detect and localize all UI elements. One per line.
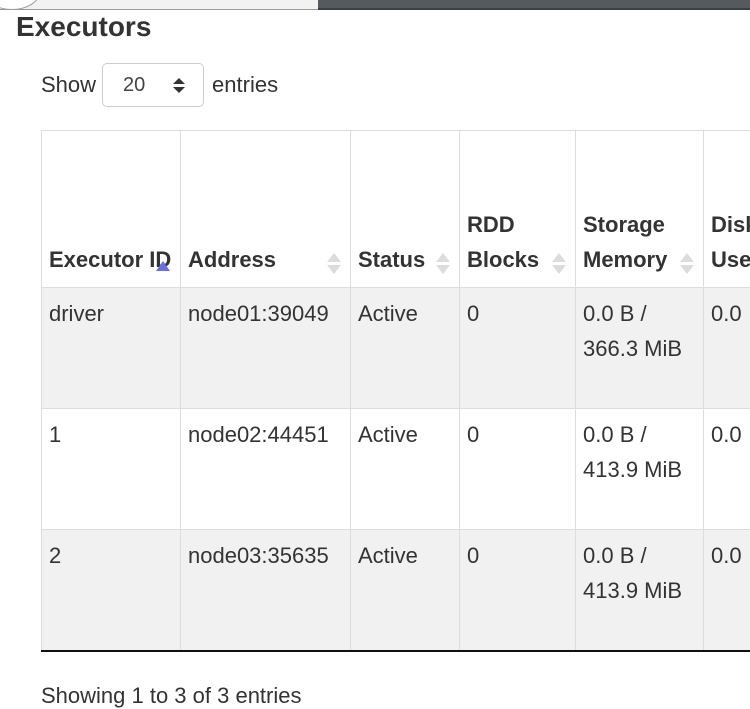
cell-storage-memory: 0.0 B / 366.3 MiB xyxy=(576,288,704,409)
entries-per-page-select[interactable]: 20 xyxy=(102,63,204,107)
cell-executor-id: 2 xyxy=(42,530,181,651)
executors-table-container: Executor ID Address Status RDD Blocks St… xyxy=(41,130,750,652)
sort-both-icon xyxy=(552,251,566,277)
cell-rdd-blocks: 0 xyxy=(460,530,576,651)
top-bar xyxy=(0,0,750,10)
column-header-status[interactable]: Status xyxy=(351,131,460,288)
column-header-address[interactable]: Address xyxy=(181,131,351,288)
cell-disk-used: 0.0 xyxy=(704,409,750,530)
page-title: Executors xyxy=(16,10,151,44)
show-label: Show xyxy=(41,72,96,98)
cell-status: Active xyxy=(351,288,460,409)
cell-rdd-blocks: 0 xyxy=(460,409,576,530)
length-menu: Show 20 entries xyxy=(41,61,278,109)
table-row: 1 node02:44451 Active 0 0.0 B / 413.9 Mi… xyxy=(42,409,750,530)
column-header-storage-memory[interactable]: Storage Memory xyxy=(576,131,704,288)
table-row: driver node01:39049 Active 0 0.0 B / 366… xyxy=(42,288,750,409)
sort-ascending-icon xyxy=(156,261,170,271)
table-row: 2 node03:35635 Active 0 0.0 B / 413.9 Mi… xyxy=(42,530,750,651)
cell-executor-id: 1 xyxy=(42,409,181,530)
sort-both-icon xyxy=(680,251,694,277)
cell-address: node01:39049 xyxy=(181,288,351,409)
cell-status: Active xyxy=(351,530,460,651)
cell-rdd-blocks: 0 xyxy=(460,288,576,409)
cell-storage-memory: 0.0 B / 413.9 MiB xyxy=(576,409,704,530)
table-header-row: Executor ID Address Status RDD Blocks St… xyxy=(42,131,750,288)
cell-executor-id: driver xyxy=(42,288,181,409)
sort-both-icon xyxy=(327,251,341,277)
entries-per-page-value: 20 xyxy=(123,74,145,97)
top-bar-left xyxy=(0,0,318,10)
column-header-disk-used[interactable]: Disk Used xyxy=(704,131,750,288)
executors-table: Executor ID Address Status RDD Blocks St… xyxy=(41,130,750,652)
cell-address: node02:44451 xyxy=(181,409,351,530)
cell-disk-used: 0.0 xyxy=(704,288,750,409)
column-header-rdd-blocks[interactable]: RDD Blocks xyxy=(460,131,576,288)
cell-disk-used: 0.0 xyxy=(704,530,750,651)
cell-address: node03:35635 xyxy=(181,530,351,651)
table-info-text: Showing 1 to 3 of 3 entries xyxy=(41,683,302,709)
up-down-stepper-icon xyxy=(173,78,185,93)
sort-both-icon xyxy=(436,251,450,277)
cell-storage-memory: 0.0 B / 413.9 MiB xyxy=(576,530,704,651)
cell-status: Active xyxy=(351,409,460,530)
entries-label: entries xyxy=(212,72,278,98)
top-bar-right xyxy=(318,0,750,10)
column-header-executor-id[interactable]: Executor ID xyxy=(42,131,181,288)
